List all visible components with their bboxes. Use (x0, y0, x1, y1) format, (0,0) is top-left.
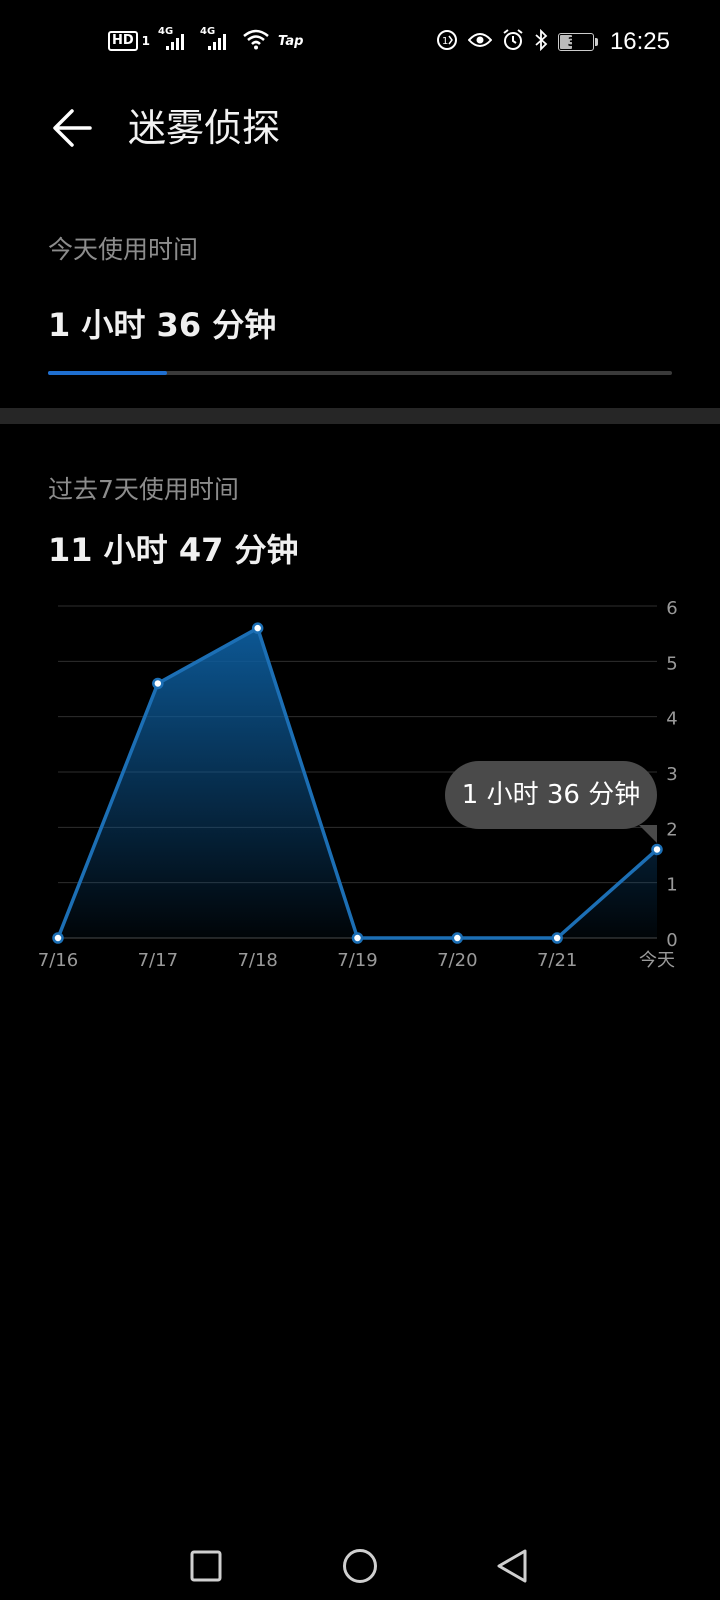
sim-slot-indicator: 1 (141, 34, 151, 48)
data-point[interactable] (551, 932, 563, 944)
data-point[interactable] (52, 932, 64, 944)
arrow-left-icon (53, 109, 92, 147)
today-usage-value: 1 小时 36 分钟 (48, 306, 277, 344)
bluetooth-icon (534, 28, 548, 55)
back-button[interactable] (44, 100, 100, 156)
y-tick-label: 0 (666, 930, 677, 951)
status-right: 1 39 16:25 (436, 28, 670, 56)
y-tick-label: 4 (666, 709, 677, 730)
eye-icon (467, 31, 493, 53)
clock: 16:25 (609, 28, 670, 55)
status-bar: HD 1 4G 4G Tap 1 39 16:25 (0, 0, 720, 90)
status-left: HD 1 4G 4G Tap (108, 26, 304, 54)
svg-text:1: 1 (442, 36, 448, 47)
battery-icon: 39 (557, 33, 598, 51)
back-icon (497, 1549, 527, 1583)
y-tick-label: 5 (666, 653, 677, 674)
data-point[interactable] (251, 622, 264, 634)
x-tick-label: 今天 (639, 950, 675, 971)
today-usage-progress (48, 371, 672, 375)
wifi-icon (242, 28, 270, 54)
hd-icon: HD (108, 31, 138, 51)
home-icon (343, 1549, 377, 1583)
x-tick-label: 7/21 (537, 950, 577, 971)
data-point[interactable] (152, 677, 164, 690)
today-usage-label: 今天使用时间 (48, 235, 199, 264)
today-usage-progress-fill (48, 371, 167, 375)
section-divider (0, 408, 720, 424)
x-tick-label: 7/17 (138, 950, 178, 971)
x-tick-label: 7/19 (337, 950, 377, 971)
signal-icon: 4G (158, 26, 192, 52)
chart-tooltip: 1 小时 36 分钟 (445, 761, 657, 843)
y-tick-label: 6 (666, 598, 677, 619)
data-point[interactable] (651, 843, 663, 856)
battery-level: 39 (567, 35, 585, 49)
data-saver-icon: 1 (436, 29, 458, 55)
week-usage-label: 过去7天使用时间 (48, 475, 239, 504)
data-point[interactable] (451, 932, 464, 944)
nav-back-button[interactable] (482, 1536, 542, 1596)
y-tick-label: 1 (666, 875, 677, 896)
x-tick-label: 7/18 (237, 950, 277, 971)
week-usage-value: 11 小时 47 分钟 (48, 531, 299, 569)
signal-icon: 4G (200, 26, 234, 52)
page-title: 迷雾侦探 (128, 106, 281, 150)
x-tick-label: 7/16 (38, 950, 78, 971)
data-point[interactable] (351, 932, 364, 944)
recent-apps-button[interactable] (176, 1536, 236, 1596)
alarm-icon (502, 29, 524, 55)
y-tick-label: 3 (666, 764, 677, 785)
recent-apps-icon (190, 1550, 222, 1582)
tap-label: Tap (278, 33, 304, 49)
x-tick-label: 7/20 (437, 950, 477, 971)
y-tick-label: 2 (666, 819, 677, 840)
home-button[interactable] (330, 1536, 390, 1596)
